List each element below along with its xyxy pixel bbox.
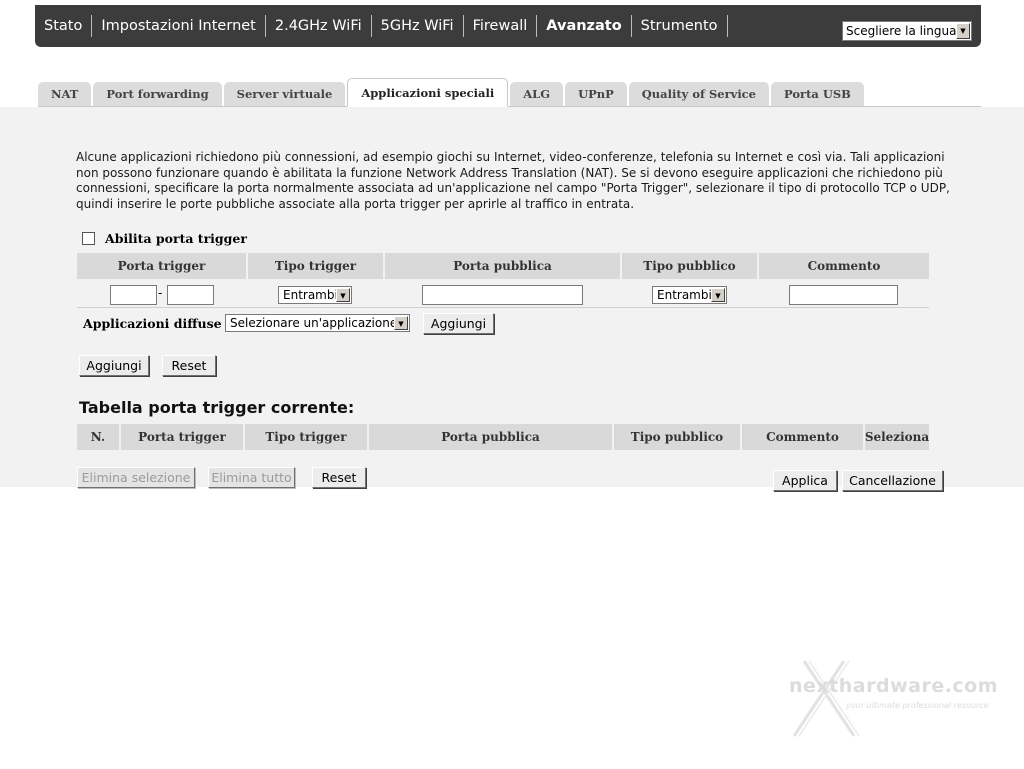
cancel-button[interactable]: Cancellazione [842, 470, 943, 491]
watermark-text: nexthardware.com [789, 675, 999, 697]
nav-24ghz-wifi[interactable]: 2.4GHz WiFi [266, 15, 372, 37]
tab-port-forwarding[interactable]: Port forwarding [93, 82, 222, 107]
header-porta-pubblica: Porta pubblica [385, 253, 620, 279]
nav-impostazioni-internet[interactable]: Impostazioni Internet [92, 15, 266, 37]
popular-apps-value: Selezionare un'applicazione [230, 316, 398, 330]
nav-5ghz-wifi[interactable]: 5GHz WiFi [372, 15, 464, 37]
watermark-tagline: your ultimate professional resource [846, 701, 989, 710]
tab-upnp[interactable]: UPnP [565, 82, 627, 107]
chevron-down-icon[interactable]: ▼ [336, 288, 350, 302]
watermark: nexthardware.com your ultimate professio… [774, 651, 1004, 741]
tab-nat[interactable]: NAT [38, 82, 92, 107]
tab-porta-usb[interactable]: Porta USB [771, 82, 864, 107]
nav-stato[interactable]: Stato [35, 15, 93, 37]
table-header-tipo-trigger: Tipo trigger [245, 424, 367, 450]
nav-firewall[interactable]: Firewall [464, 15, 538, 37]
enable-trigger-row: Abilita porta trigger [82, 231, 247, 246]
apply-button[interactable]: Applica [773, 470, 837, 491]
table-header-porta-trigger: Porta trigger [121, 424, 243, 450]
tab-applicazioni-speciali[interactable]: Applicazioni speciali [347, 78, 509, 107]
chevron-down-icon[interactable]: ▼ [711, 288, 725, 302]
trigger-port-to-input[interactable] [167, 285, 214, 305]
delete-selected-button[interactable]: Elimina selezione [77, 467, 195, 488]
chevron-down-icon[interactable]: ▼ [394, 316, 408, 330]
trigger-port-from-input[interactable] [110, 285, 157, 305]
tab-quality-of-service[interactable]: Quality of Service [628, 82, 770, 107]
chevron-down-icon[interactable]: ▼ [956, 23, 970, 39]
enable-trigger-label: Abilita porta trigger [105, 231, 247, 246]
form-reset-button[interactable]: Reset [162, 355, 216, 376]
nav-strumento[interactable]: Strumento [632, 15, 728, 37]
page-description: Alcune applicazioni richiedono più conne… [76, 150, 950, 211]
port-range-separator: - [158, 286, 163, 300]
nav-avanzato[interactable]: Avanzato [537, 15, 632, 37]
enable-trigger-checkbox[interactable] [82, 232, 95, 245]
sub-tabs: NAT Port forwarding Server virtuale Appl… [38, 78, 866, 107]
table-reset-button[interactable]: Reset [312, 467, 366, 488]
header-tipo-pubblico: Tipo pubblico [622, 253, 757, 279]
tab-alg[interactable]: ALG [510, 82, 564, 107]
current-table-title: Tabella porta trigger corrente: [79, 398, 355, 417]
public-type-select[interactable]: Entrambi ▼ [652, 286, 727, 304]
language-select[interactable]: Scegliere la lingua ▼ [842, 21, 972, 41]
header-tipo-trigger: Tipo trigger [248, 253, 383, 279]
add-button[interactable]: Aggiungi [79, 355, 149, 376]
tab-server-virtuale[interactable]: Server virtuale [223, 82, 346, 107]
table-header-seleziona: Seleziona [865, 424, 929, 450]
form-row-divider [77, 307, 929, 308]
trigger-type-value: Entrambi [283, 288, 338, 302]
top-nav: Stato Impostazioni Internet 2.4GHz WiFi … [35, 5, 728, 47]
table-header-n: N. [77, 424, 119, 450]
trigger-type-select[interactable]: Entrambi ▼ [278, 286, 352, 304]
table-header-tipo-pubblico: Tipo pubblico [614, 424, 740, 450]
header-porta-trigger: Porta trigger [77, 253, 246, 279]
public-type-value: Entrambi [657, 288, 712, 302]
popular-apps-select[interactable]: Selezionare un'applicazione ▼ [225, 314, 410, 332]
table-header-commento: Commento [742, 424, 863, 450]
public-port-input[interactable] [422, 285, 583, 305]
language-select-value: Scegliere la lingua [846, 24, 957, 38]
popular-apps-add-button[interactable]: Aggiungi [423, 313, 494, 334]
popular-apps-label: Applicazioni diffuse : [83, 316, 231, 331]
delete-all-button[interactable]: Elimina tutto [208, 467, 295, 488]
table-header-porta-pubblica: Porta pubblica [369, 424, 612, 450]
header-commento: Commento [759, 253, 929, 279]
comment-input[interactable] [789, 285, 898, 305]
top-nav-bar: Stato Impostazioni Internet 2.4GHz WiFi … [35, 5, 981, 47]
